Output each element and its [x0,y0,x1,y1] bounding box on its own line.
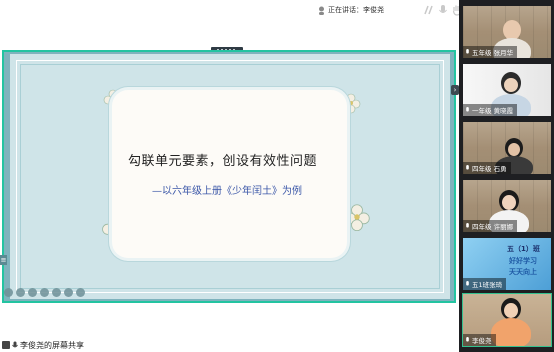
expand-left-button[interactable]: ≡ [0,255,7,265]
participant-tile-active[interactable]: 李俊尧 [462,293,552,347]
participant-screen-text: 五（1）班 [507,245,540,253]
speaker-avatar-icon [319,6,324,15]
participant-name: 一年级 黄晓霞 [472,107,514,115]
mic-icon [12,341,18,348]
slide-title: 勾联单元要素，创设有效性问题 [128,154,318,169]
text-tool-icon[interactable] [40,288,49,297]
participant-name: 李俊尧 [472,337,492,345]
mic-icon [466,336,469,341]
mic-icon [466,106,469,111]
presentation-slide: 勾联单元要素，创设有效性问题 —以六年级上册《少年闰土》为例 [10,54,450,299]
screen-share-owner-label: 李俊尧的屏幕共享 [2,339,84,351]
participant-name: 四年级 许丽娜 [472,223,514,231]
participant-name: 四年级 石勇 [472,165,507,173]
mic-icon [466,222,469,227]
participant-screen-text: 好好学习 [509,257,537,265]
participant-screen-text: 天天向上 [509,268,537,276]
shape-tool-icon[interactable] [52,288,61,297]
collapse-sidebar-button[interactable]: › [451,85,459,95]
screen-share-owner-text: 李俊尧的屏幕共享 [20,340,84,350]
top-right-controls [424,4,462,16]
screen-share-area: 勾联单元要素，创设有效性问题 —以六年级上册《少年闰土》为例 [2,50,456,303]
draw-tool-icon[interactable] [16,288,25,297]
meeting-top-bar: 正在讲话：李俊尧 [0,0,462,22]
slide-subtitle: —以六年级上册《少年闰土》为例 [152,186,302,197]
participant-tile[interactable]: 四年级 许丽娜 [463,180,551,232]
participant-tile[interactable]: 五年级 张月华 [463,6,551,58]
audio-wave-icon[interactable] [424,4,434,16]
slide-toolbar [4,288,85,297]
eraser-tool-icon[interactable] [64,288,73,297]
mic-icon [466,280,469,285]
participant-tile[interactable]: 五（1）班 好好学习 天天向上 五1班张琦 [463,238,551,290]
slide-title-card [112,90,347,258]
participant-tile[interactable]: 四年级 石勇 [463,122,551,174]
pointer-tool-icon[interactable] [4,288,13,297]
mic-icon [466,164,469,169]
participant-video [503,20,521,40]
speaking-indicator: 正在讲话：李俊尧 [318,5,384,15]
mic-icon [466,48,469,53]
screen-share-icon [2,341,10,349]
pen-tool-icon[interactable] [28,288,37,297]
clear-tool-icon[interactable] [76,288,85,297]
participant-name: 五1班张琦 [472,281,503,289]
participant-tile[interactable]: 一年级 黄晓霞 [463,64,551,116]
participant-name: 五年级 张月华 [472,49,514,57]
speaking-label: 正在讲话：李俊尧 [328,6,384,14]
mic-icon[interactable] [438,4,448,16]
